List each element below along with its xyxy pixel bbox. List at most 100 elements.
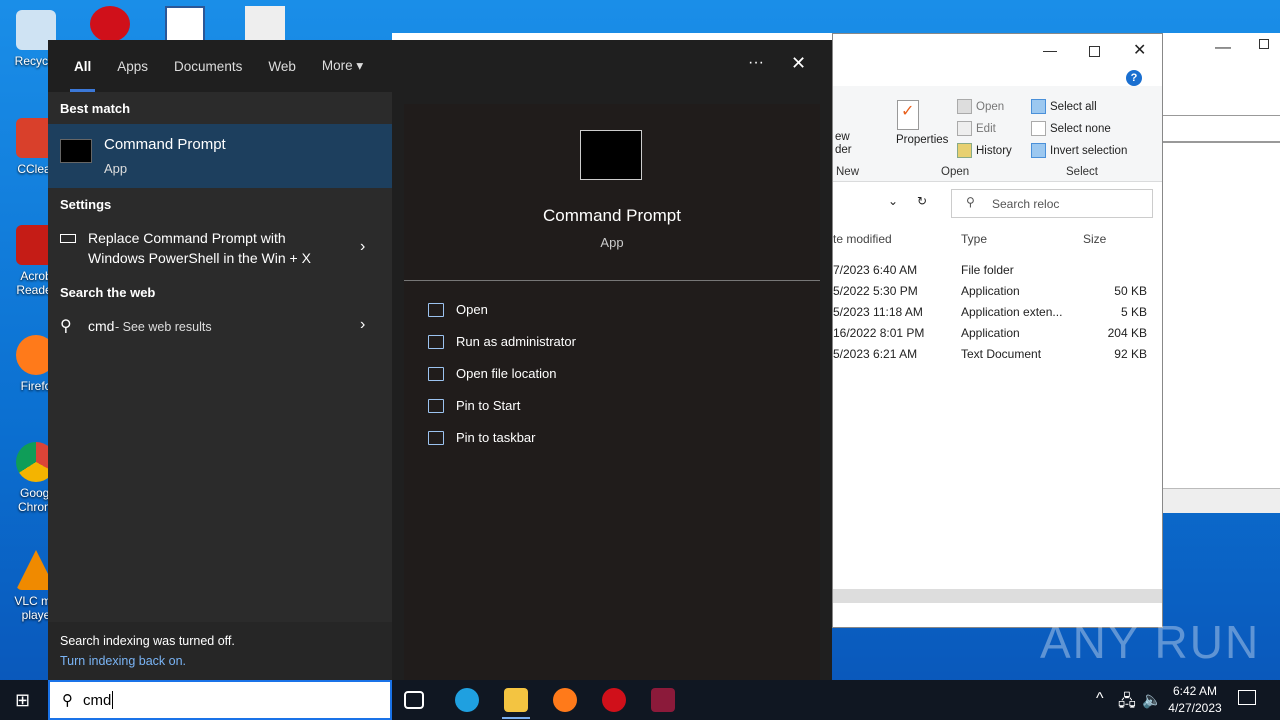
- column-date-modified[interactable]: te modified: [833, 232, 892, 246]
- file-type: Text Document: [961, 347, 1042, 361]
- task-view-icon[interactable]: [404, 691, 424, 709]
- windows-start-icon[interactable]: ⊞: [15, 690, 30, 711]
- file-row[interactable]: 7/2023 6:40 AM File folder: [833, 260, 1162, 281]
- history-button[interactable]: History: [957, 143, 1012, 158]
- file-size: 5 KB: [1120, 305, 1147, 319]
- divider: [404, 280, 820, 281]
- properties-button[interactable]: Properties: [896, 134, 948, 146]
- column-size[interactable]: Size: [1083, 232, 1106, 246]
- more-options-icon[interactable]: ···: [748, 54, 764, 72]
- horizontal-scrollbar[interactable]: [833, 589, 1162, 603]
- column-type[interactable]: Type: [961, 232, 987, 246]
- file-size: 92 KB: [1114, 347, 1147, 361]
- edge-icon[interactable]: [455, 688, 479, 712]
- minimize-icon[interactable]: —: [1215, 39, 1231, 57]
- file-size: 50 KB: [1114, 284, 1147, 298]
- taskbar: ⊞ ⚲ cmd ^ 🖧 🔈 6:42 AM 4/27/2023: [0, 680, 1280, 720]
- web-query: cmd: [88, 318, 115, 334]
- notifications-icon[interactable]: [1238, 690, 1256, 705]
- best-match-title: Command Prompt: [104, 136, 226, 153]
- best-match-command-prompt[interactable]: Command Prompt App: [48, 124, 392, 188]
- minimize-button[interactable]: —: [1043, 42, 1057, 58]
- file-explorer-icon[interactable]: [504, 688, 528, 712]
- invert-selection-button[interactable]: Invert selection: [1031, 143, 1127, 158]
- preview-subtitle: App: [600, 235, 624, 250]
- open-icon: [428, 302, 444, 317]
- volume-icon[interactable]: 🔈: [1142, 690, 1162, 710]
- file-date: 5/2023 11:18 AM: [833, 305, 923, 319]
- chevron-right-icon: ›: [360, 316, 366, 333]
- address-dropdown-icon[interactable]: ⌄: [888, 194, 898, 208]
- image-file-icon[interactable]: [245, 6, 285, 42]
- file-row[interactable]: 5/2022 5:30 PM Application 50 KB: [833, 281, 1162, 302]
- file-type: Application: [961, 326, 1020, 340]
- action-pin-to-start[interactable]: Pin to Start: [428, 398, 520, 413]
- network-icon[interactable]: 🖧: [1118, 690, 1136, 717]
- close-icon[interactable]: ✕: [791, 53, 806, 74]
- search-input[interactable]: ⚲ Search reloc: [951, 189, 1153, 218]
- action-pin-to-taskbar[interactable]: Pin to taskbar: [428, 430, 536, 445]
- select-all-button[interactable]: Select all: [1031, 99, 1097, 114]
- indexing-footer: Search indexing was turned off. Turn ind…: [48, 622, 392, 680]
- tab-web[interactable]: Web: [268, 59, 296, 74]
- tab-all[interactable]: All: [69, 59, 96, 92]
- preview-pane: Command Prompt App Open Run as administr…: [404, 104, 820, 680]
- refresh-icon[interactable]: ↻: [917, 194, 927, 208]
- maximize-icon[interactable]: [1259, 39, 1269, 49]
- chevron-right-icon: ›: [360, 238, 366, 255]
- best-match-header: Best match: [60, 101, 131, 116]
- file-type: Application exten...: [961, 305, 1063, 319]
- clock[interactable]: 6:42 AM 4/27/2023: [1166, 683, 1224, 717]
- search-icon: ⚲: [966, 195, 975, 209]
- properties-icon: ✓: [897, 100, 919, 130]
- select-none-button[interactable]: Select none: [1031, 121, 1111, 136]
- file-date: 7/2023 6:40 AM: [833, 263, 918, 277]
- edit-button[interactable]: Edit: [957, 121, 996, 136]
- new-folder-button[interactable]: ew der: [835, 131, 852, 157]
- tab-documents[interactable]: Documents: [174, 59, 242, 74]
- settings-item-replace-cmd[interactable]: Replace Command Prompt with Windows Powe…: [48, 226, 392, 270]
- search-tabs: All Apps Documents Web More ▾ ··· ✕: [48, 40, 832, 92]
- maximize-button[interactable]: [1089, 46, 1100, 57]
- background-window: —: [1163, 33, 1280, 513]
- group-open-label: Open: [941, 166, 970, 178]
- tab-apps[interactable]: Apps: [117, 59, 148, 74]
- file-date: 5/2023 6:21 AM: [833, 347, 918, 361]
- search-icon: ⚲: [62, 692, 73, 709]
- settings-item-line2: Windows PowerShell in the Win + X: [88, 250, 311, 266]
- file-row[interactable]: 5/2023 11:18 AM Application exten... 5 KB: [833, 302, 1162, 323]
- opera-icon[interactable]: [602, 688, 626, 712]
- anyrun-watermark: ANY RUN: [1040, 616, 1261, 668]
- file-size: 204 KB: [1107, 326, 1147, 340]
- file-row[interactable]: 5/2023 6:21 AM Text Document 92 KB: [833, 344, 1162, 365]
- search-icon: ⚲: [60, 318, 72, 335]
- help-icon[interactable]: ?: [1126, 70, 1142, 86]
- turn-indexing-on-link[interactable]: Turn indexing back on.: [60, 654, 186, 668]
- action-run-as-administrator[interactable]: Run as administrator: [428, 334, 576, 349]
- ribbon: ew der ✓ Properties Open Edit History Se…: [833, 86, 1162, 182]
- file-date: 5/2022 5:30 PM: [833, 284, 918, 298]
- tab-more[interactable]: More ▾: [322, 58, 363, 74]
- taskbar-search-input[interactable]: ⚲ cmd: [48, 680, 392, 720]
- start-search-panel: All Apps Documents Web More ▾ ··· ✕ Best…: [48, 40, 832, 680]
- pin-icon: [428, 430, 444, 445]
- action-open-file-location[interactable]: Open file location: [428, 366, 556, 381]
- file-type: Application: [961, 284, 1020, 298]
- firefox-icon[interactable]: [553, 688, 577, 712]
- file-date: 16/2022 8:01 PM: [833, 326, 925, 340]
- action-open[interactable]: Open: [428, 302, 488, 317]
- web-search-result[interactable]: ⚲ cmd - See web results ›: [48, 314, 392, 340]
- file-type: File folder: [961, 263, 1014, 277]
- word-document-icon[interactable]: [165, 6, 205, 42]
- winrar-icon[interactable]: [651, 688, 675, 712]
- best-match-subtitle: App: [104, 161, 128, 176]
- preview-title: Command Prompt: [543, 206, 681, 225]
- command-prompt-icon: [60, 139, 92, 163]
- command-prompt-large-icon: [580, 130, 642, 180]
- open-button[interactable]: Open: [957, 99, 1004, 114]
- group-select-label: Select: [1066, 166, 1098, 178]
- opera-desktop-icon[interactable]: [90, 6, 130, 42]
- file-row[interactable]: 16/2022 8:01 PM Application 204 KB: [833, 323, 1162, 344]
- close-button[interactable]: ✕: [1133, 40, 1146, 60]
- show-hidden-icons[interactable]: ^: [1096, 690, 1104, 708]
